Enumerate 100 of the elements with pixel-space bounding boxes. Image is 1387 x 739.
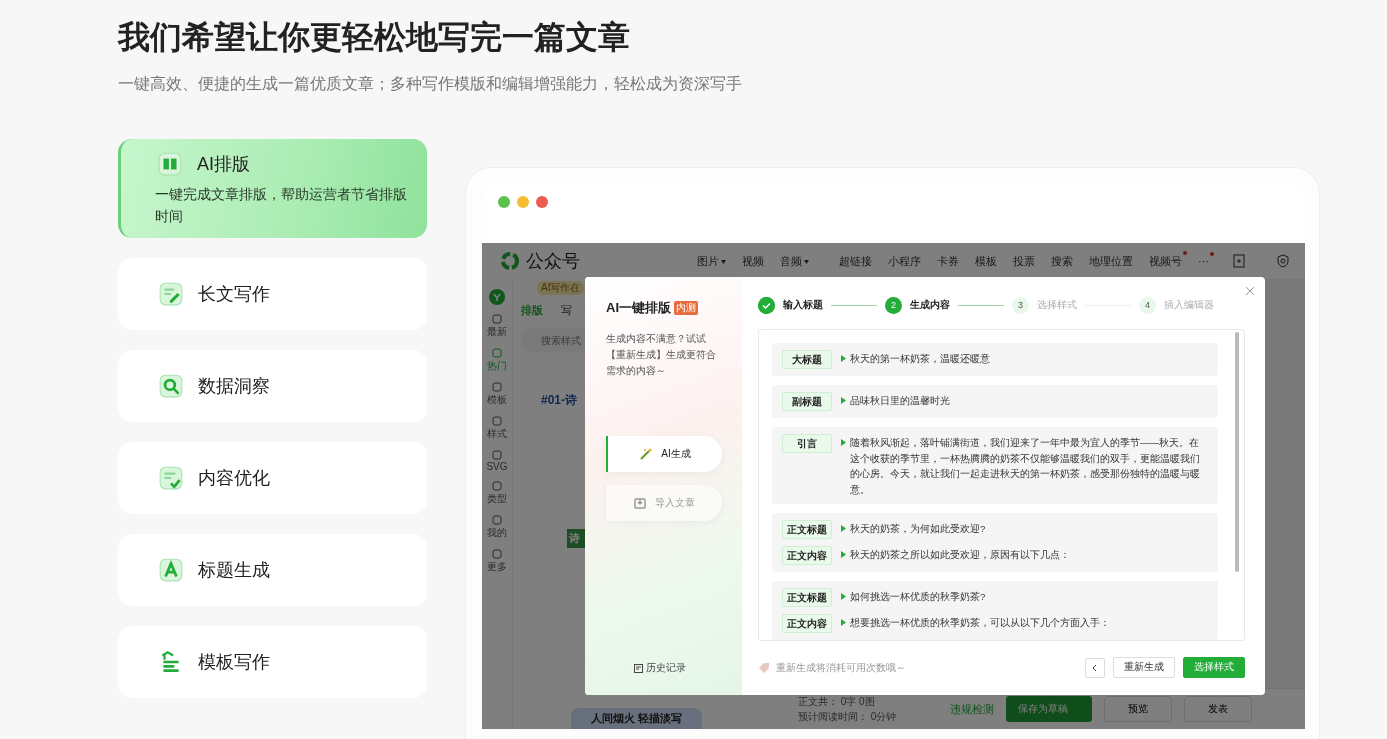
caret-icon (721, 259, 726, 264)
toolbar-item[interactable]: 超链接 (831, 253, 880, 269)
publish-button[interactable]: 发表 (1184, 696, 1252, 722)
feature-card[interactable]: AI排版 一键完成文章排版，帮助运营者节省排版时间 (118, 139, 427, 238)
scrollbar[interactable] (1235, 332, 1239, 572)
select-style-button[interactable]: 选择样式 (1183, 657, 1245, 678)
section-text: 随着秋风渐起，落叶铺满街道，我们迎来了一年中最为宜人的季节——秋天。在这个收获的季节里，一杯热腾腾的奶茶不仅能够温暖我们的双手，更能温暖我们的心房。今天，就让我们一起走进秋天的第一杯奶茶，感受那份独特的温暖与暖意。 (850, 436, 1201, 497)
stat-text: 预计阅读时间： 0分钟 (798, 709, 898, 724)
square-icon (492, 416, 502, 426)
save-draft-button[interactable]: 保存为草稿 (1006, 696, 1092, 722)
logo-icon (489, 289, 505, 305)
toolbar-item[interactable]: 图片 (689, 253, 734, 269)
toolbar-item[interactable]: 搜索 (1043, 253, 1081, 269)
mode-tab[interactable]: AI生成 (606, 436, 722, 472)
logo-icon (500, 251, 520, 271)
panel-tab[interactable]: 写 (561, 303, 572, 318)
square-icon (492, 314, 502, 324)
magnifier-icon (158, 373, 184, 399)
feature-card[interactable]: 模板写作 (118, 626, 427, 698)
rail-item[interactable]: 热门 (487, 348, 507, 373)
rail-item[interactable]: 模板 (487, 382, 507, 407)
feature-title: 数据洞察 (198, 375, 270, 398)
page-subheading: 一键高效、便捷的生成一篇优质文章；多种写作模版和编辑增强能力，轻松成为资深写手 (118, 74, 743, 94)
bullet-icon (841, 525, 846, 532)
toolbar-item[interactable]: ··· (1190, 255, 1217, 267)
toolbar-item[interactable]: 小程序 (880, 253, 929, 269)
rail-item[interactable]: 最新 (487, 314, 507, 339)
section-text: 想要挑选一杯优质的秋季奶茶，可以从以下几个方面入手： (850, 616, 1110, 630)
rail-item[interactable]: 我的 (487, 515, 507, 540)
rail-item[interactable]: 更多 (487, 549, 507, 574)
toolbar-item[interactable]: 视频 (734, 253, 772, 269)
regenerate-button[interactable]: 重新生成 (1113, 657, 1175, 678)
document-icon[interactable] (1231, 253, 1247, 269)
stat-text: 正文共： 0字 0图 (798, 694, 876, 709)
check-note-icon (158, 465, 184, 491)
section-text: 秋天的第一杯奶茶，温暖还暖意 (850, 352, 990, 366)
panel-tab[interactable]: 排版 (521, 303, 543, 318)
step-number: 4 (1139, 296, 1156, 314)
feature-title: 内容优化 (198, 467, 270, 490)
tag-icon (758, 661, 770, 674)
template-banner: 人间烟火 轻描淡写 (571, 708, 703, 729)
square-icon (492, 515, 502, 525)
close-icon[interactable] (1245, 286, 1255, 296)
magic-wand-icon (639, 447, 654, 461)
square-icon (492, 450, 502, 460)
dialog-title: AI一键排版 (606, 299, 671, 317)
window-dot[interactable] (536, 196, 548, 208)
toolbar-item[interactable]: 模板 (967, 253, 1005, 269)
step-label: 选择样式 (1037, 298, 1077, 312)
toolbar-item[interactable]: 音频 (772, 253, 817, 269)
mode-tab[interactable]: 导入文章 (606, 485, 722, 521)
section-tag: 正文标题 (782, 588, 832, 607)
bullet-icon (841, 355, 846, 362)
heading-icon (158, 557, 184, 583)
bullet-icon (841, 397, 846, 404)
section-tag: 引言 (782, 434, 832, 453)
feature-title: AI排版 (197, 152, 250, 176)
feature-title: 标题生成 (198, 559, 270, 582)
feature-card[interactable]: 内容优化 (118, 442, 427, 514)
section-tag: 大标题 (782, 350, 832, 369)
section-text: 秋天的奶茶，为何如此受欢迎? (850, 522, 986, 536)
bullet-icon (841, 619, 846, 626)
step-label: 插入编辑器 (1164, 298, 1214, 312)
cost-note: 重新生成将消耗可用次数哦～ (776, 660, 906, 675)
window-dot[interactable] (498, 196, 510, 208)
feature-title: 模板写作 (198, 651, 270, 674)
feature-description: 一键完成文章排版，帮助运营者节省排版时间 (155, 184, 408, 226)
import-icon (633, 496, 647, 510)
toolbar-item[interactable]: 地理位置 (1081, 253, 1141, 269)
template-title: #01-诗 (541, 392, 579, 409)
rail-item[interactable]: 样式 (487, 416, 507, 441)
section-text: 如何挑选一杯优质的秋季奶茶? (850, 590, 986, 604)
square-icon (492, 481, 502, 491)
section-tag: 正文内容 (782, 614, 832, 633)
shield-icon[interactable] (1275, 253, 1291, 269)
chevron-left-icon (1091, 663, 1099, 672)
compliance-check-link[interactable]: 违规检测 (950, 701, 994, 717)
rail-item[interactable]: SVG (486, 450, 508, 472)
toolbar-item[interactable]: 卡券 (929, 253, 967, 269)
section-text: 品味秋日里的温馨时光 (850, 394, 950, 408)
square-icon (492, 348, 502, 358)
step-number: 3 (1012, 296, 1029, 314)
step-label: 输入标题 (783, 298, 823, 312)
dialog-hint: 生成内容不满意？试试【重新生成】生成更符合需求的内容～ (606, 332, 717, 378)
rail-item[interactable]: 类型 (487, 481, 507, 506)
page-heading: 我们希望让你更轻松地写完一篇文章 (118, 18, 631, 57)
window-dot[interactable] (517, 196, 529, 208)
preview-button[interactable]: 预览 (1104, 696, 1172, 722)
toolbar-item[interactable]: 投票 (1005, 253, 1043, 269)
section-tag: 副标题 (782, 392, 832, 411)
section-tag: 正文标题 (782, 520, 832, 539)
feature-card[interactable]: 数据洞察 (118, 350, 427, 422)
feature-card[interactable]: 标题生成 (118, 534, 427, 606)
square-icon (492, 382, 502, 392)
feature-card[interactable]: 长文写作 (118, 258, 427, 330)
toolbar-item[interactable]: 视频号 (1141, 253, 1190, 269)
pencil-note-icon (158, 281, 184, 307)
history-link[interactable]: 历史记录 (634, 661, 722, 675)
feature-title: 长文写作 (198, 283, 270, 306)
step-label: 生成内容 (910, 298, 950, 312)
